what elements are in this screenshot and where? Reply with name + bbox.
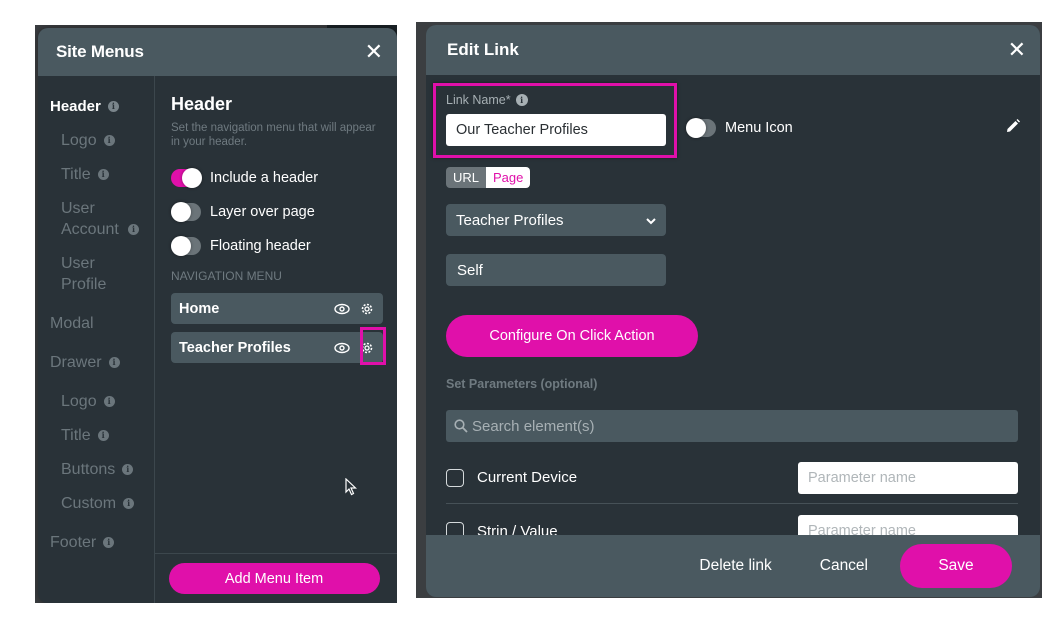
section-description: Set the navigation menu that will appear… — [171, 122, 376, 148]
info-icon: i — [122, 464, 134, 475]
edit-link-dialog: Edit Link ✕ Link Name* i Menu Icon URL P… — [426, 25, 1040, 597]
configure-on-click-action-button[interactable]: Configure On Click Action — [446, 315, 698, 357]
parameter-name-input[interactable] — [798, 461, 1018, 494]
link-type-toggle: URL Page — [446, 167, 531, 188]
cancel-button[interactable]: Cancel — [820, 557, 868, 575]
section-heading: Header — [171, 94, 233, 114]
gear-icon[interactable] — [359, 301, 375, 317]
current-device-checkbox[interactable] — [446, 468, 464, 487]
info-icon: i — [123, 498, 135, 509]
site-menus-dialog: Site Menus ✕ Header i Logo i Title i User A… — [38, 28, 397, 603]
edit-link-screenshot: Edit Link ✕ Link Name* i Menu Icon URL P… — [416, 22, 1042, 598]
sidebar-item-title[interactable]: Title i — [38, 164, 154, 185]
set-parameters-label: Set Parameters (optional) — [446, 377, 598, 391]
info-icon: i — [108, 357, 120, 368]
site-menus-footer: Add Menu Item — [155, 553, 397, 603]
sidebar-item-buttons[interactable]: Buttons i — [38, 459, 154, 480]
floating-header-toggle[interactable] — [171, 236, 201, 256]
close-icon[interactable]: ✕ — [1008, 39, 1026, 61]
delete-link-button[interactable]: Delete link — [699, 557, 771, 575]
header-settings: Header Set the navigation menu that will… — [155, 76, 397, 603]
search-elements-input[interactable]: Search element(s) — [446, 410, 1018, 442]
page-select[interactable]: Teacher Profiles — [446, 204, 666, 236]
sidebar-item-custom[interactable]: Custom i — [38, 493, 154, 514]
site-menus-header: Site Menus ✕ — [38, 28, 397, 76]
sidebar: Header i Logo i Title i User Account i User … — [38, 76, 155, 603]
sidebar-item-user-profile[interactable]: User Profile — [38, 253, 154, 295]
sidebar-item-drawer[interactable]: Drawer i — [38, 352, 154, 373]
sidebar-item-user-account[interactable]: User Account i — [38, 198, 154, 240]
eye-icon[interactable] — [334, 301, 350, 317]
string-value-checkbox[interactable] — [446, 522, 464, 535]
sidebar-item-drawer-logo[interactable]: Logo i — [38, 391, 154, 412]
target-field[interactable]: Self — [446, 254, 666, 286]
sidebar-item-footer[interactable]: Footer i — [38, 532, 154, 553]
search-icon — [454, 419, 468, 433]
eye-icon[interactable] — [334, 340, 350, 356]
info-icon: i — [103, 396, 115, 407]
floating-header-row: Floating header — [171, 229, 383, 263]
param-row-current-device: Current Device — [446, 452, 1018, 504]
info-icon: i — [103, 135, 115, 146]
sidebar-item-drawer-title[interactable]: Title i — [38, 425, 154, 446]
include-header-toggle[interactable] — [171, 168, 202, 188]
dialog-title: Edit Link — [447, 40, 519, 59]
link-name-input[interactable] — [446, 114, 666, 146]
link-type-page[interactable]: Page — [486, 167, 531, 188]
info-icon: i — [107, 101, 119, 112]
info-icon: i — [128, 224, 139, 235]
menu-icon-row: Menu Icon — [686, 118, 793, 138]
site-menus-screenshot: Site Menus ✕ Header i Logo i Title i User A… — [35, 25, 397, 603]
save-button[interactable]: Save — [900, 544, 1012, 588]
link-name-label: Link Name* i — [446, 93, 528, 107]
mouse-cursor-icon — [345, 477, 358, 501]
close-icon[interactable]: ✕ — [365, 41, 383, 63]
navigation-menu-label: NAVIGATION MENU — [171, 269, 282, 283]
info-icon: i — [103, 537, 115, 548]
layer-over-page-toggle[interactable] — [171, 202, 201, 222]
sidebar-item-modal[interactable]: Modal — [38, 313, 154, 334]
dialog-title: Site Menus — [56, 42, 144, 61]
menu-icon-toggle[interactable] — [686, 118, 716, 138]
add-menu-item-button[interactable]: Add Menu Item — [168, 563, 380, 594]
gear-highlight-box — [360, 327, 386, 365]
nav-item-home[interactable]: Home — [171, 293, 383, 324]
parameter-name-input[interactable] — [798, 515, 1018, 535]
pencil-icon[interactable] — [1006, 119, 1020, 138]
link-type-url[interactable]: URL — [446, 167, 487, 188]
sidebar-item-logo[interactable]: Logo i — [38, 130, 154, 151]
edit-link-header: Edit Link ✕ — [426, 25, 1040, 75]
param-row-string-value: Strin / Value — [446, 505, 1018, 535]
info-icon: i — [97, 430, 109, 441]
edit-link-footer: Delete link Cancel Save — [426, 535, 1040, 597]
chevron-down-icon — [646, 212, 656, 229]
info-icon: i — [515, 94, 528, 106]
info-icon: i — [97, 169, 109, 180]
layer-over-page-row: Layer over page — [171, 195, 383, 229]
nav-item-teacher-profiles[interactable]: Teacher Profiles — [171, 327, 386, 365]
sidebar-item-header[interactable]: Header i — [38, 96, 154, 117]
edit-link-body: Link Name* i Menu Icon URL Page Teacher … — [426, 75, 1040, 535]
include-header-row: Include a header — [171, 161, 383, 195]
